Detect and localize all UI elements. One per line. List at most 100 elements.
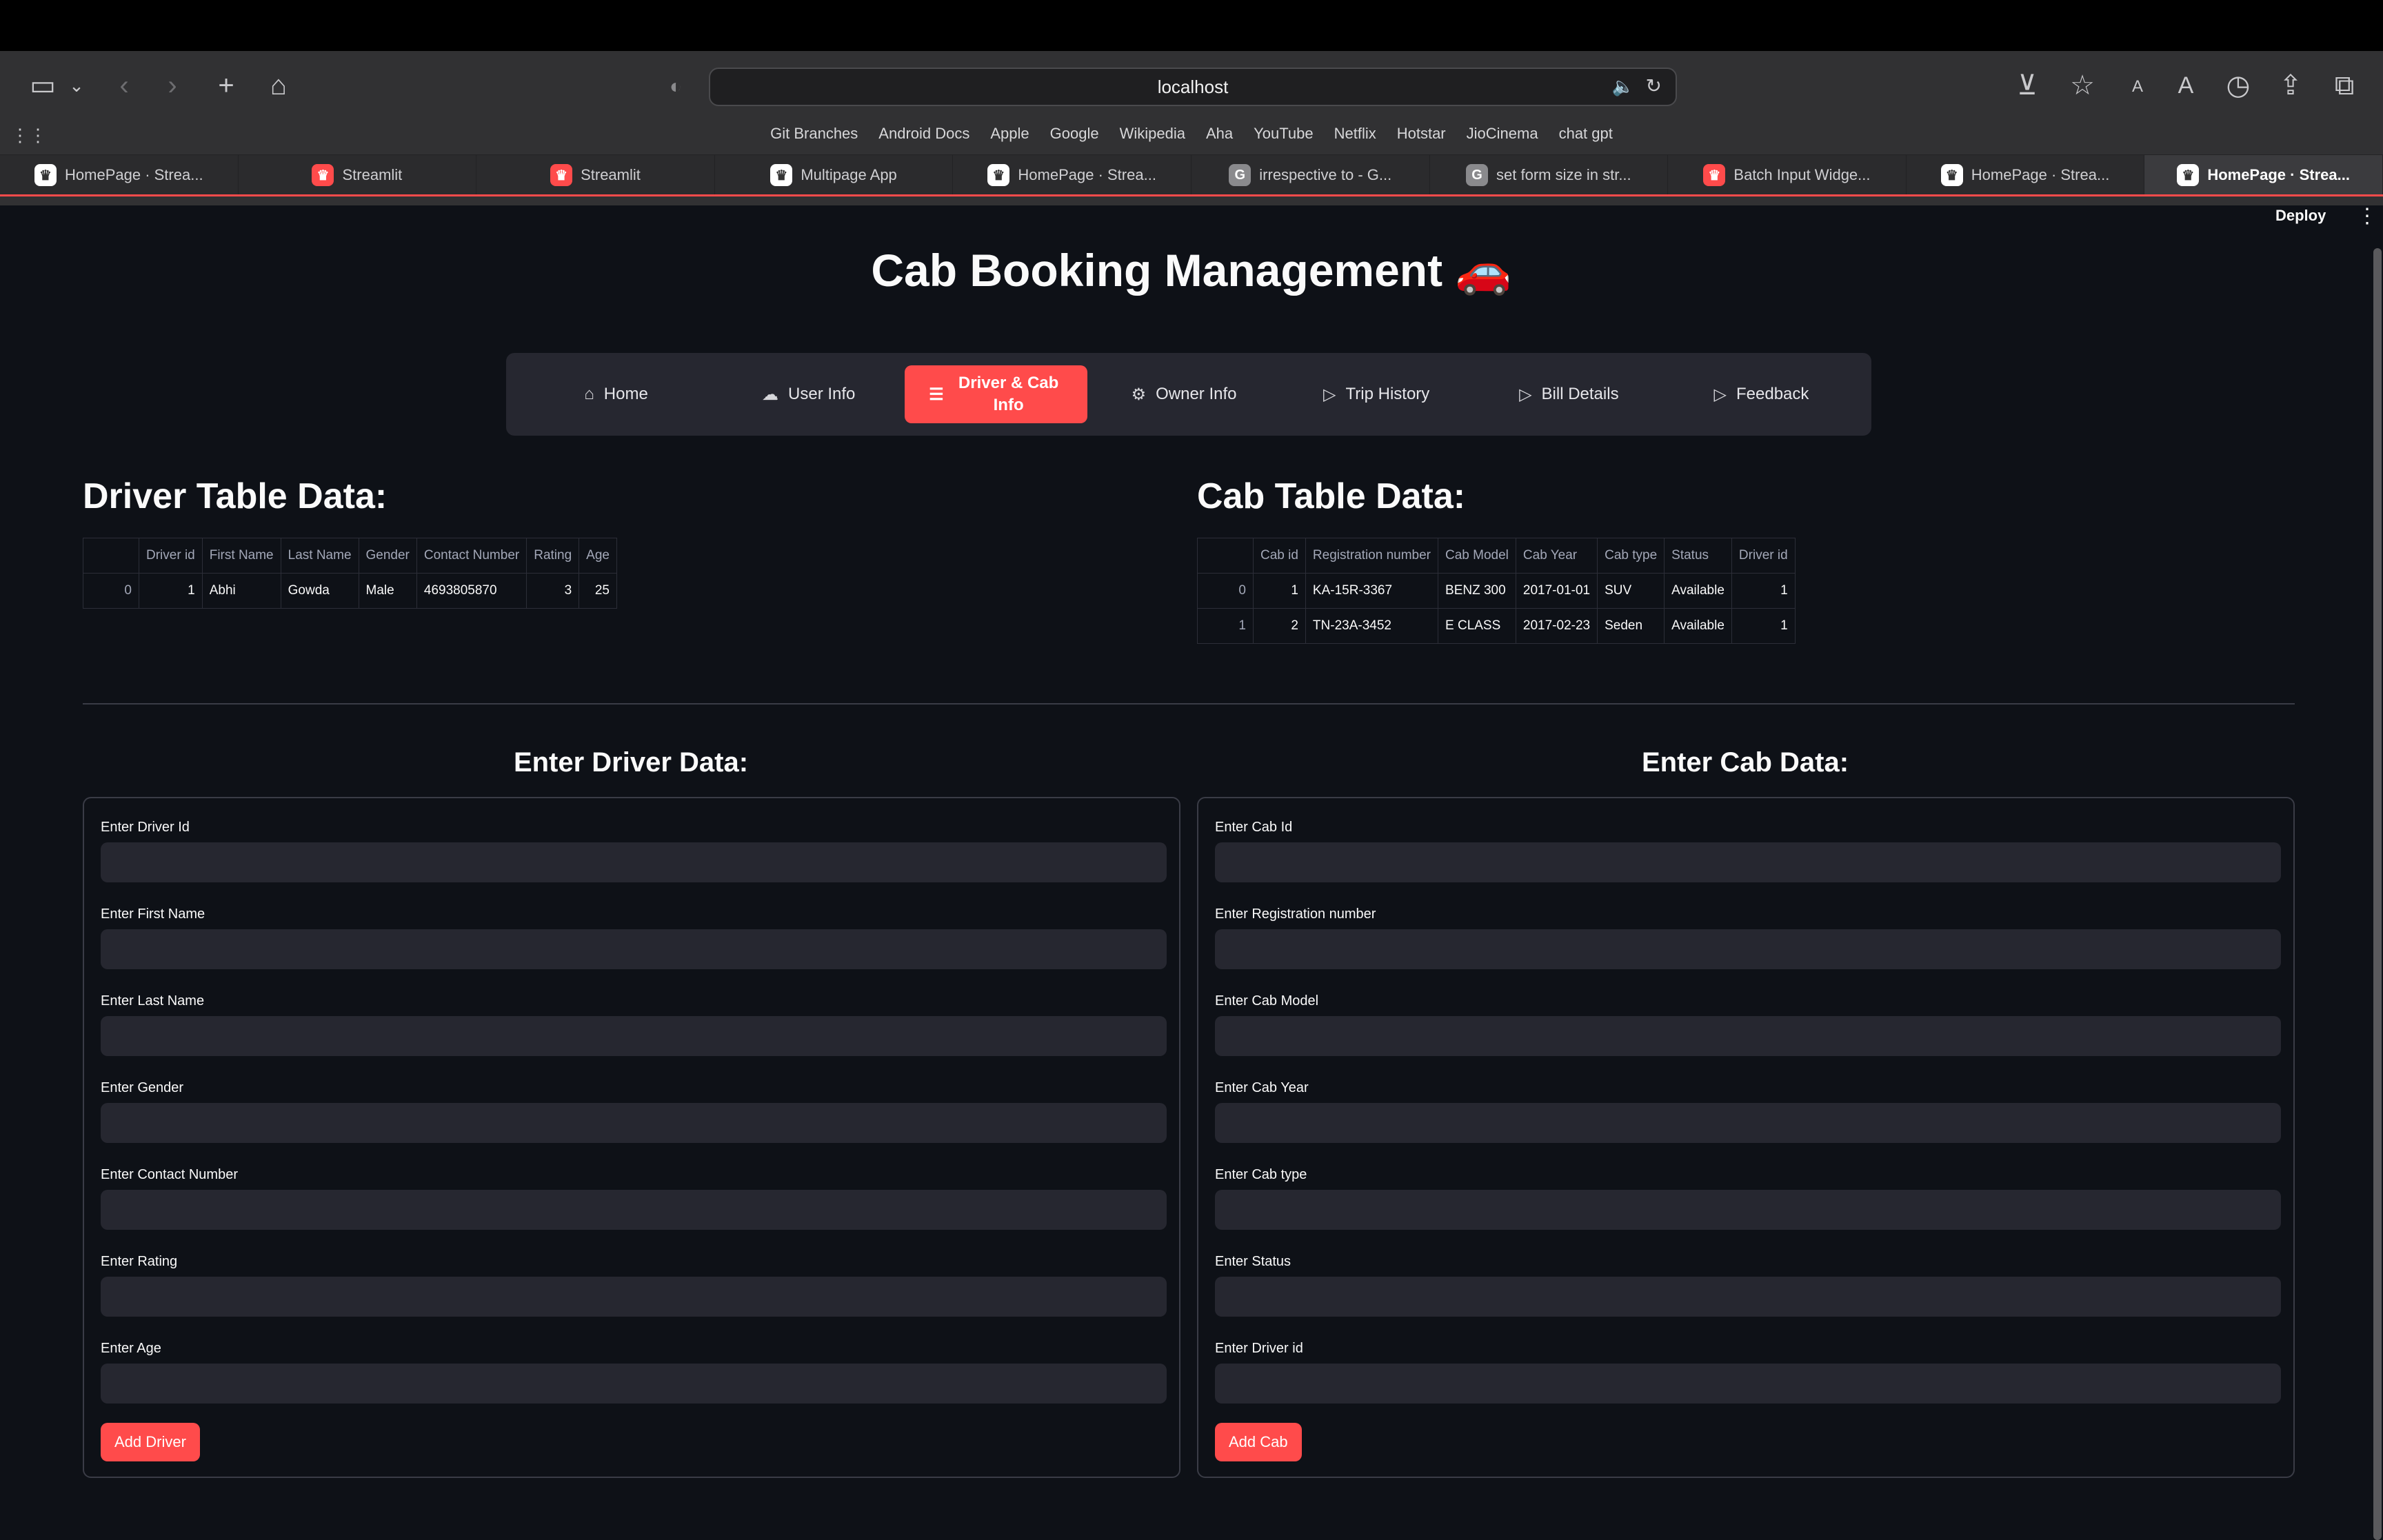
table-cell[interactable]: Male <box>358 573 417 609</box>
enter-first-nameinput[interactable] <box>101 929 1167 969</box>
column-header[interactable]: Driver id <box>1731 538 1796 574</box>
reload-icon[interactable]: ↻ <box>1646 74 1662 97</box>
column-header[interactable]: Registration number <box>1305 538 1439 574</box>
column-header[interactable] <box>83 538 139 574</box>
column-header[interactable]: First Name <box>201 538 281 574</box>
table-cell[interactable]: 2 <box>1253 608 1306 644</box>
table-cell[interactable]: 2017-02-23 <box>1515 608 1598 644</box>
main-menu-icon[interactable]: ⋮ <box>2357 204 2377 228</box>
nav-item-user-info[interactable]: ☁ User Info <box>712 365 905 423</box>
history-clock-icon[interactable]: ◷ <box>2222 69 2255 102</box>
nav-item-home[interactable]: ⌂ Home <box>520 365 712 423</box>
table-cell[interactable]: 2017-01-01 <box>1515 573 1598 609</box>
table-cell[interactable]: 25 <box>579 573 617 609</box>
page-scrollbar[interactable] <box>2373 248 2382 1540</box>
table-cell[interactable]: SUV <box>1597 573 1665 609</box>
browser-tab[interactable]: Gset form size in str... <box>1429 155 1669 195</box>
enter-driver-idinput[interactable] <box>101 842 1167 882</box>
enter-last-nameinput[interactable] <box>101 1016 1167 1056</box>
column-header[interactable]: Last Name <box>280 538 359 574</box>
table-cell[interactable]: 1 <box>1731 573 1796 609</box>
bookmark-item[interactable]: Google <box>1050 121 1099 146</box>
browser-tab[interactable]: ♛ HomePage · Strea... <box>953 155 1192 195</box>
table-cell[interactable]: Gowda <box>280 573 359 609</box>
browser-tab[interactable]: Girrespective to - G... <box>1191 155 1430 195</box>
table-cell[interactable]: E CLASS <box>1438 608 1516 644</box>
table-cell[interactable]: Available <box>1664 608 1732 644</box>
nav-item-trip-history[interactable]: ▷ Trip History <box>1280 365 1473 423</box>
bookmark-item[interactable]: chat gpt <box>1559 121 1613 146</box>
new-tab-icon[interactable]: + <box>210 69 243 102</box>
browser-tab[interactable]: ♛ Streamlit <box>476 155 715 195</box>
download-icon[interactable]: ⊻ <box>2011 69 2044 102</box>
home-icon[interactable]: ⌂ <box>262 69 295 102</box>
cab-dataframe[interactable]: Cab id Registration number Cab Model Cab Ye… <box>1197 538 1796 644</box>
add-driver-button[interactable]: Add Driver <box>101 1423 200 1461</box>
text-larger-icon[interactable]: A <box>2169 69 2202 102</box>
table-cell[interactable]: Abhi <box>201 573 281 609</box>
address-bar[interactable]: localhost 🔈 ↻ <box>709 68 1677 106</box>
nav-item-owner-info[interactable]: ⚙ Owner Info <box>1087 365 1280 423</box>
table-cell[interactable]: Seden <box>1597 608 1665 644</box>
enter-contact-numberinput[interactable] <box>101 1190 1167 1230</box>
bookmark-star-icon[interactable]: ☆ <box>2066 69 2099 102</box>
nav-item-driver-cab-info[interactable]: ☰ Driver & Cab Info <box>905 365 1088 423</box>
column-header[interactable]: Cab Model <box>1438 538 1516 574</box>
bookmark-item[interactable]: YouTube <box>1254 121 1313 146</box>
table-cell[interactable]: KA-15R-3367 <box>1305 573 1439 609</box>
column-header[interactable]: Status <box>1664 538 1732 574</box>
deploy-button[interactable]: Deploy <box>2275 207 2326 225</box>
table-cell[interactable]: Available <box>1664 573 1732 609</box>
forward-icon[interactable]: › <box>159 69 186 102</box>
driver-dataframe[interactable]: Driver id First Name Last Name Gender Contac… <box>83 538 617 609</box>
column-header[interactable]: Cab type <box>1597 538 1665 574</box>
enter-genderinput[interactable] <box>101 1103 1167 1143</box>
browser-tab[interactable]: ♛ Batch Input Widge... <box>1668 155 1907 195</box>
share-icon[interactable]: ⇪ <box>2274 69 2307 102</box>
bookmark-item[interactable]: Apple <box>990 121 1029 146</box>
column-header[interactable]: Gender <box>358 538 417 574</box>
bookmark-item[interactable]: Git Branches <box>770 121 858 146</box>
table-cell[interactable]: TN-23A-3452 <box>1305 608 1439 644</box>
bookmark-item[interactable]: Netflix <box>1334 121 1376 146</box>
enter-driver-idinput[interactable] <box>1215 1364 2281 1404</box>
table-cell[interactable]: BENZ 300 <box>1438 573 1516 609</box>
column-header[interactable]: Cab Year <box>1515 538 1598 574</box>
column-header[interactable]: Contact Number <box>416 538 527 574</box>
browser-tab[interactable]: ♛ Streamlit <box>238 155 477 195</box>
sidebar-toggle-icon[interactable]: ▭ <box>26 69 59 102</box>
privacy-shield-icon[interactable]: ◐ <box>662 72 690 102</box>
bookmark-item[interactable]: Android Docs <box>878 121 969 146</box>
browser-tab[interactable]: ♛ HomePage · Strea... <box>0 155 239 195</box>
audio-playing-icon[interactable]: 🔈 <box>1612 76 1634 97</box>
back-icon[interactable]: ‹ <box>110 69 138 102</box>
table-cell[interactable]: 4693805870 <box>416 573 527 609</box>
bookmark-item[interactable]: JioCinema <box>1467 121 1538 146</box>
text-smaller-icon[interactable]: A <box>2124 72 2151 102</box>
enter-cab-idinput[interactable] <box>1215 842 2281 882</box>
column-header[interactable]: Driver id <box>139 538 203 574</box>
bookmark-item[interactable]: Hotstar <box>1397 121 1446 146</box>
tabs-overview-icon[interactable]: ⧉ <box>2328 69 2361 102</box>
enter-statusinput[interactable] <box>1215 1277 2281 1317</box>
enter-registration-numberinput[interactable] <box>1215 929 2281 969</box>
table-cell[interactable]: 1 <box>1731 608 1796 644</box>
bookmark-item[interactable]: Wikipedia <box>1120 121 1185 146</box>
browser-tab[interactable]: ♛ HomePage · Strea... <box>2144 155 2383 195</box>
browser-tab[interactable]: ♛ Multipage App <box>714 155 954 195</box>
column-header[interactable]: Age <box>579 538 617 574</box>
bookmark-item[interactable]: Aha <box>1206 121 1233 146</box>
enter-cab-yearinput[interactable] <box>1215 1103 2281 1143</box>
add-cab-button[interactable]: Add Cab <box>1215 1423 1302 1461</box>
enter-cab-modelinput[interactable] <box>1215 1016 2281 1056</box>
chevron-down-icon[interactable]: ⌄ <box>66 72 87 99</box>
browser-tab[interactable]: ♛ HomePage · Strea... <box>1906 155 2145 195</box>
column-header[interactable]: Cab id <box>1253 538 1306 574</box>
column-header[interactable] <box>1197 538 1254 574</box>
table-cell[interactable]: 3 <box>526 573 580 609</box>
table-cell[interactable]: 1 <box>1253 573 1306 609</box>
nav-item-feedback[interactable]: ▷ Feedback <box>1665 365 1858 423</box>
column-header[interactable]: Rating <box>526 538 580 574</box>
enter-ageinput[interactable] <box>101 1364 1167 1404</box>
enter-cab-typeinput[interactable] <box>1215 1190 2281 1230</box>
